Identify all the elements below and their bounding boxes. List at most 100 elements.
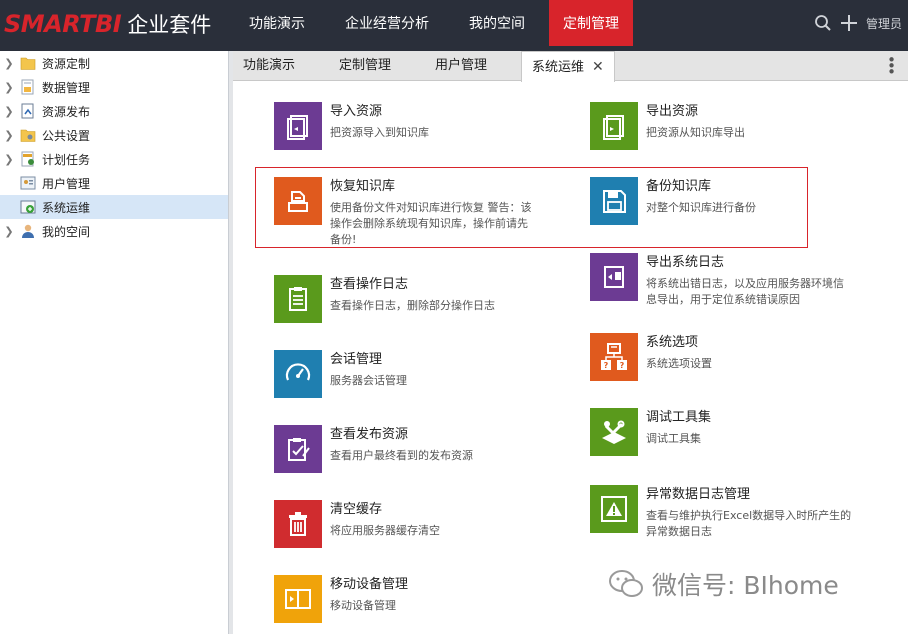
item-desc-line1: 查看与维护执行Excel数据导入时所产生的 — [646, 509, 852, 522]
nav-feature-demo[interactable]: 功能演示 — [229, 0, 325, 51]
sidebar-item-scheduled-tasks[interactable]: ❯ 计划任务 — [0, 147, 228, 171]
folder-icon — [20, 57, 36, 70]
item-mobile-manage[interactable]: 移动设备管理 移动设备管理 — [274, 575, 408, 623]
export-log-icon[interactable] — [590, 253, 638, 301]
logo: SMARTBI 企业套件 — [4, 6, 211, 42]
sidebar-item-system-ops[interactable]: 系统运维 — [0, 195, 228, 219]
item-title[interactable]: 导出系统日志 — [646, 255, 844, 271]
item-view-published[interactable]: 查看发布资源 查看用户最终看到的发布资源 — [274, 425, 473, 473]
item-desc-line1: 使用备份文件对知识库进行恢复 警告：该 — [330, 201, 532, 214]
item-debug-tools[interactable]: 调试工具集 调试工具集 — [590, 408, 711, 456]
item-export-resource[interactable]: 导出资源 把资源从知识库导出 — [590, 102, 745, 150]
sidebar-item-label: 系统运维 — [42, 200, 91, 215]
chevron-right-icon[interactable]: ❯ — [2, 105, 16, 118]
top-nav: 功能演示 企业经营分析 我的空间 定制管理 — [229, 0, 633, 51]
top-right-tools: 管理员 — [814, 14, 902, 32]
item-abnormal-data-log[interactable]: 异常数据日志管理 查看与维护执行Excel数据导入时所产生的 异常数据日志 — [590, 485, 851, 540]
item-desc: 系统选项设置 — [646, 357, 712, 370]
tab-user-manage[interactable]: 用户管理 — [435, 51, 487, 81]
user-manage-icon — [20, 176, 36, 190]
item-system-options[interactable]: ?? 系统选项 系统选项设置 — [590, 333, 712, 381]
chevron-right-icon[interactable]: ❯ — [2, 129, 16, 142]
import-icon[interactable] — [274, 102, 322, 150]
more-vertical-icon[interactable]: • • • — [887, 53, 896, 80]
gauge-icon[interactable] — [274, 350, 322, 398]
oplog-icon[interactable] — [274, 275, 322, 323]
wechat-watermark: 微信号: BIhome — [608, 566, 839, 602]
toolkit-icon[interactable] — [590, 408, 638, 456]
nav-my-space[interactable]: 我的空间 — [449, 0, 545, 51]
restore-icon[interactable] — [274, 177, 322, 225]
svg-text:?: ? — [604, 361, 609, 370]
item-restore-repo[interactable]: 恢复知识库 使用备份文件对知识库进行恢复 警告：该 操作会删除系统现有知识库，操… — [274, 177, 532, 248]
item-title[interactable]: 导出资源 — [646, 104, 745, 120]
user-name[interactable]: 管理员 — [866, 15, 902, 32]
item-title[interactable]: 会话管理 — [330, 352, 407, 368]
item-desc: 将应用服务器缓存清空 — [330, 524, 440, 537]
sidebar-item-label: 我的空间 — [42, 224, 91, 239]
schedule-icon — [21, 151, 34, 167]
tab-label: 系统运维 — [532, 60, 585, 75]
sidebar-item-my-space[interactable]: ❯ 我的空间 — [0, 219, 228, 243]
mobile-book-icon[interactable] — [274, 575, 322, 623]
sidebar-item-resource-custom[interactable]: ❯ 资源定制 — [0, 51, 228, 75]
chevron-right-icon[interactable]: ❯ — [2, 57, 16, 70]
sidebar-item-label: 公共设置 — [42, 128, 91, 143]
item-desc-line1: 将系统出错日志，以及应用服务器环境信 — [646, 277, 844, 290]
sidebar: ❯ 资源定制 ❯ 数据管理 ❯ 资源发布 ❯ 公共设置 ❯ 计划任务 用户管理 … — [0, 51, 229, 634]
item-export-syslog[interactable]: 导出系统日志 将系统出错日志，以及应用服务器环境信 息导出，用于定位系统错误原因 — [590, 253, 844, 308]
ops-icon — [20, 200, 36, 214]
tab-system-ops[interactable]: 系统运维 ✕ — [521, 51, 615, 82]
item-title[interactable]: 恢复知识库 — [330, 179, 532, 195]
item-desc-line2: 异常数据日志 — [646, 525, 712, 538]
item-title[interactable]: 移动设备管理 — [330, 577, 408, 593]
plus-icon[interactable] — [840, 14, 858, 32]
data-doc-icon — [21, 79, 34, 95]
item-view-oplog[interactable]: 查看操作日志 查看操作日志，删除部分操作日志 — [274, 275, 495, 323]
item-import-resource[interactable]: 导入资源 把资源导入到知识库 — [274, 102, 429, 150]
clipboard-check-icon[interactable] — [274, 425, 322, 473]
search-icon[interactable] — [814, 14, 832, 32]
item-title[interactable]: 备份知识库 — [646, 179, 756, 195]
item-title[interactable]: 调试工具集 — [646, 410, 711, 426]
item-desc: 把资源从知识库导出 — [646, 126, 745, 139]
person-icon — [22, 224, 34, 238]
item-clear-cache[interactable]: 清空缓存 将应用服务器缓存清空 — [274, 500, 440, 548]
warning-icon[interactable] — [590, 485, 638, 533]
nav-custom-manage[interactable]: 定制管理 — [549, 0, 633, 46]
nav-business-analysis[interactable]: 企业经营分析 — [325, 0, 449, 51]
sidebar-item-label: 资源定制 — [42, 56, 91, 71]
chevron-right-icon[interactable]: ❯ — [2, 153, 16, 166]
wechat-icon — [609, 570, 643, 597]
item-desc-line2: 操作会删除系统现有知识库，操作前请先 — [330, 217, 528, 230]
sidebar-item-resource-publish[interactable]: ❯ 资源发布 — [0, 99, 228, 123]
chevron-right-icon[interactable]: ❯ — [2, 81, 16, 94]
item-title[interactable]: 异常数据日志管理 — [646, 487, 851, 503]
sidebar-item-label: 数据管理 — [42, 80, 91, 95]
trash-icon[interactable] — [274, 500, 322, 548]
close-icon[interactable]: ✕ — [592, 59, 604, 75]
export-icon[interactable] — [590, 102, 638, 150]
sidebar-item-user-manage[interactable]: 用户管理 — [0, 171, 228, 195]
watermark-text: 微信号: BIhome — [652, 571, 839, 600]
item-session-manage[interactable]: 会话管理 服务器会话管理 — [274, 350, 407, 398]
sidebar-item-public-settings[interactable]: ❯ 公共设置 — [0, 123, 228, 147]
item-backup-repo[interactable]: 备份知识库 对整个知识库进行备份 — [590, 177, 756, 225]
item-title[interactable]: 查看操作日志 — [330, 277, 495, 293]
brand-logo: SMARTBI — [4, 10, 122, 38]
item-title[interactable]: 系统选项 — [646, 335, 712, 351]
tab-custom-manage[interactable]: 定制管理 — [339, 51, 391, 81]
chevron-right-icon[interactable]: ❯ — [2, 225, 16, 238]
item-desc: 服务器会话管理 — [330, 374, 407, 387]
item-title[interactable]: 查看发布资源 — [330, 427, 473, 443]
item-desc: 查看操作日志，删除部分操作日志 — [330, 299, 495, 312]
item-desc: 把资源导入到知识库 — [330, 126, 429, 139]
sidebar-item-data-manage[interactable]: ❯ 数据管理 — [0, 75, 228, 99]
options-icon[interactable]: ?? — [590, 333, 638, 381]
sidebar-item-label: 资源发布 — [42, 104, 91, 119]
floppy-disk-icon[interactable] — [590, 177, 638, 225]
tab-feature-demo[interactable]: 功能演示 — [243, 51, 295, 81]
item-title[interactable]: 导入资源 — [330, 104, 429, 120]
item-title[interactable]: 清空缓存 — [330, 502, 440, 518]
item-desc: 移动设备管理 — [330, 599, 396, 612]
